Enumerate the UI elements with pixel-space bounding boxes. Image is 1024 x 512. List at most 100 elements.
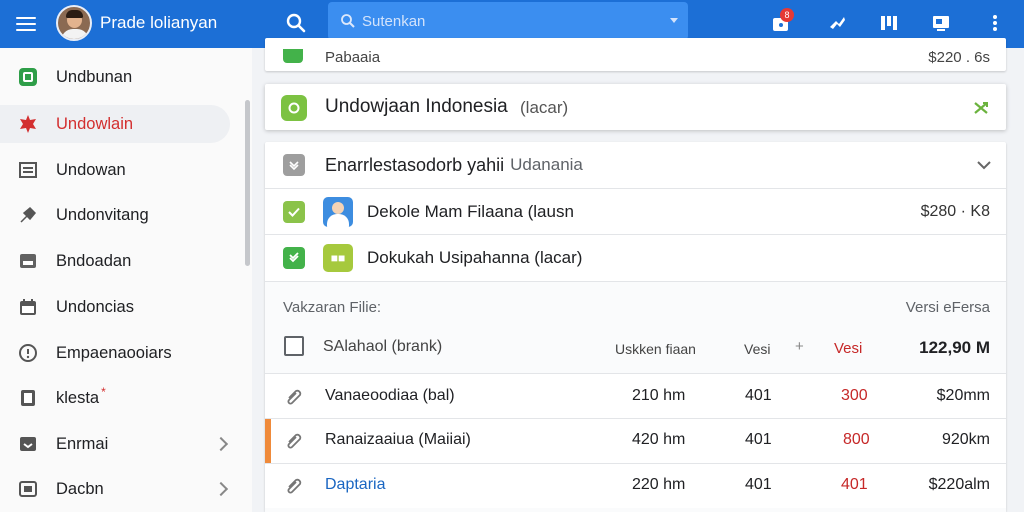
file-version: 401 — [745, 431, 772, 448]
sidebar-item-klesta[interactable]: klesta * — [0, 379, 230, 417]
sidebar-item-label: Undoncias — [56, 297, 134, 316]
sidebar-item-label: Dacbn — [56, 479, 104, 498]
file-thumbnail: ■■ — [323, 244, 353, 272]
phone-icon[interactable] — [283, 247, 305, 269]
hamburger-icon[interactable] — [12, 10, 40, 38]
partial-item-value: $220 . 6s — [928, 49, 990, 66]
file-name: Ranaizaaiua (Maiiai) — [325, 431, 471, 448]
file-amount: 920km — [941, 431, 990, 448]
file-count: 401 — [841, 476, 868, 493]
select-all-checkbox[interactable] — [284, 336, 304, 356]
file-name: Vanaeoodiaa (bal) — [325, 387, 455, 404]
columns-icon[interactable] — [874, 8, 904, 38]
sidebar-item-label: Empaenaooiars — [56, 343, 172, 362]
file-version: 401 — [745, 476, 772, 493]
box-icon — [17, 478, 39, 500]
column-header-total: 122,90 M — [919, 338, 990, 357]
collapse-toggle-icon[interactable] — [283, 154, 305, 176]
column-header-size[interactable]: Uskken fiaan — [615, 341, 696, 357]
table-row[interactable]: Ranaizaaiua (Maiiai) 420 hm 401 800 920k… — [265, 419, 1006, 463]
sidebar-scrollbar[interactable] — [245, 100, 250, 266]
sidebar-item-label: klesta — [56, 388, 100, 407]
search-bar[interactable] — [328, 2, 688, 40]
files-version-label: Versi eFersa — [905, 299, 990, 316]
user-thumbnail — [323, 196, 353, 227]
row-highlight-marker — [265, 419, 271, 463]
file-count: 800 — [843, 431, 870, 448]
search-field-icon — [341, 14, 355, 28]
list-item-title: Dokukah Usipahanna (lacar) — [367, 248, 583, 267]
files-section-label: Vakzaran Filie: — [283, 299, 382, 316]
list-icon — [17, 159, 39, 181]
disk-icon — [17, 250, 39, 272]
sidebar-item-undonvitang[interactable]: Undonvitang — [0, 196, 230, 234]
sidebar-item-undowan[interactable]: Undowan — [0, 151, 230, 189]
paperclip-icon — [287, 478, 302, 494]
table-row[interactable]: Daptaria 220 hm 401 401 $220alm — [265, 464, 1006, 508]
selected-item-title: Undowjaan Indonesia — [325, 96, 508, 117]
selected-item-card[interactable]: Undowjaan Indonesia (lacar) — [265, 84, 1006, 130]
search-input[interactable] — [362, 12, 662, 30]
file-amount: $220alm — [928, 476, 990, 493]
shuffle-icon[interactable] — [973, 101, 989, 115]
sidebar-item-label: Undowlain — [56, 114, 134, 133]
inbox-icon — [17, 433, 39, 455]
doc-icon — [17, 387, 39, 409]
column-header-ver2[interactable]: Vesi — [834, 340, 862, 357]
sidebar-item-bndoadan[interactable]: Bndoadan — [0, 242, 230, 280]
column-header-version[interactable]: Vesi — [744, 341, 770, 357]
info-icon — [17, 342, 39, 364]
group-header-title: Enarrlestasodorb yahii — [325, 154, 505, 175]
search-icon[interactable] — [284, 11, 308, 35]
file-name-link[interactable]: Daptaria — [325, 476, 385, 494]
column-header-name[interactable]: SAlahaol (brank) — [323, 338, 442, 356]
list-item-title: Dekole Mam Filaana (lausn — [367, 201, 574, 221]
file-size: 210 hm — [632, 387, 686, 404]
paperclip-icon — [287, 433, 302, 449]
file-count: 300 — [841, 387, 868, 404]
check-icon — [283, 49, 303, 63]
chevron-right-icon[interactable] — [213, 436, 229, 452]
group-header-tail: Udanania — [510, 155, 583, 174]
sidebar-item-enrmai[interactable]: Enrmai — [0, 425, 230, 463]
sidebar-item-label: Undbunan — [56, 67, 133, 86]
paperclip-icon — [287, 389, 302, 405]
calendar-icon — [17, 296, 39, 318]
group-header[interactable]: Enarrlestasodorb yahii Udanania — [265, 142, 1006, 188]
chevron-down-icon[interactable] — [670, 18, 678, 23]
table-row[interactable]: Vanaeoodiaa (bal) 210 hm 401 300 $20mm — [265, 374, 1006, 418]
sidebar-item-label: Enrmai — [56, 434, 109, 453]
more-vert-icon[interactable] — [980, 8, 1010, 38]
file-size: 220 hm — [632, 476, 686, 493]
list-item[interactable]: Dekole Mam Filaana (lausn $280 · K8 — [265, 189, 1006, 234]
sidebar-item-dacbn[interactable]: Dacbn — [0, 470, 230, 508]
partial-item-title: Pabaaia — [325, 49, 381, 66]
sidebar-item-undoncias[interactable]: Undoncias — [0, 288, 230, 326]
group-card: Enarrlestasodorb yahii Udanania Dekole M… — [265, 142, 1006, 512]
files-table: Vakzaran Filie: Versi eFersa SAlahaol (b… — [265, 282, 1006, 512]
chevron-right-icon[interactable] — [213, 481, 229, 497]
window-icon[interactable] — [926, 8, 956, 38]
sidebar-item-undowlain[interactable]: Undowlain — [0, 105, 230, 143]
sidebar-item-label: Bndoadan — [56, 251, 132, 270]
star-burst-icon — [17, 113, 39, 135]
notification-icon[interactable]: 8 — [766, 8, 796, 38]
puzzle-icon[interactable] — [822, 8, 852, 38]
file-size: 420 hm — [632, 431, 686, 448]
list-item[interactable]: ■■ Dokukah Usipahanna (lacar) — [265, 235, 1006, 281]
sidebar-item-label: Undowan — [56, 160, 126, 179]
chevron-down-icon[interactable] — [977, 161, 991, 170]
checkbox-checked[interactable] — [283, 200, 305, 223]
partial-list-item[interactable]: Pabaaia $220 . 6s — [265, 38, 1006, 71]
avatar[interactable] — [56, 5, 92, 41]
sidebar-item-empaenaooiars[interactable]: Empaenaooiars — [0, 334, 230, 372]
add-column-icon[interactable]: + — [795, 338, 804, 355]
file-amount: $20mm — [936, 387, 990, 404]
pin-icon — [17, 204, 39, 226]
file-version: 401 — [745, 387, 772, 404]
sidebar: Undbunan Undowlain Undowan Undonvitang B… — [0, 48, 252, 512]
sidebar-item-label: Undonvitang — [56, 205, 149, 224]
square-green-icon — [17, 66, 39, 88]
unread-marker: * — [101, 385, 106, 399]
sidebar-item-undbunan[interactable]: Undbunan — [0, 58, 230, 96]
